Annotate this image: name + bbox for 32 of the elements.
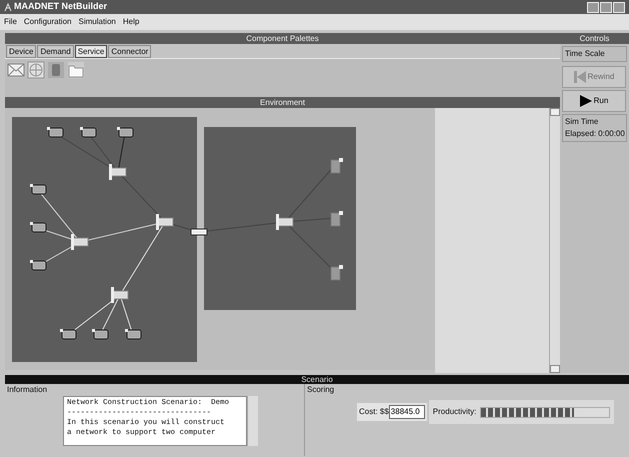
scrollbar[interactable] [549,108,560,373]
database-icon[interactable] [47,61,65,79]
control-button[interactable]: Run [562,90,626,112]
section-header: Scenario [5,375,629,384]
cost-label: Cost: $$ [359,406,389,418]
palette-tab[interactable]: Connector [108,45,152,58]
field-label: Elapsed: [565,128,596,140]
productivity-label: Productivity: [432,406,476,418]
folder-icon[interactable] [67,61,85,79]
rewind-icon [574,71,586,83]
scrollbar[interactable] [247,396,258,446]
envelope-icon[interactable] [7,61,25,79]
palette-tab[interactable]: Device [6,45,36,58]
menu-item[interactable]: Simulation [78,16,116,28]
group-label: Sim Time [565,116,600,128]
app-icon [4,2,12,12]
window-title: MAADNET NetBuilder [14,0,108,14]
globe-icon[interactable] [27,61,45,79]
menu-item[interactable]: Help [122,16,140,28]
play-icon [580,95,592,107]
palette-tab[interactable]: Demand [37,45,74,58]
section-header: Controls [560,33,629,44]
elapsed-value: 0:00:00 [598,128,625,140]
menu-item[interactable]: Configuration [24,16,72,28]
menu-item[interactable]: File [4,16,17,28]
section-header: Component Palettes [5,33,560,44]
group-label: Information [6,384,48,396]
palette-tab[interactable]: Service [74,45,108,58]
cost-field[interactable]: 38845.0 [388,405,425,419]
section-header: Environment [5,97,560,108]
group-label: Scoring [306,384,336,396]
group-label: Time Scale [565,49,605,58]
